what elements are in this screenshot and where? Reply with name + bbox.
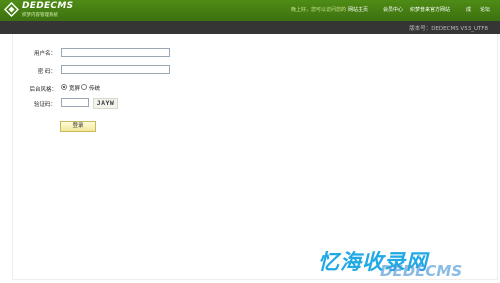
style-option-wide[interactable]: 宽屏: [69, 84, 80, 92]
nav-link-extra[interactable]: 成: [466, 7, 471, 14]
style-label: 后台风格：: [29, 87, 57, 93]
username-label: 用户名：: [33, 51, 56, 57]
password-label: 密 码：: [37, 69, 56, 75]
style-radio-classic[interactable]: [81, 84, 87, 90]
password-input[interactable]: [61, 65, 170, 74]
login-button[interactable]: 登录: [60, 121, 96, 132]
captcha-input[interactable]: [61, 98, 89, 107]
logo-subtitle: 织梦内容管理系统: [22, 13, 58, 18]
nav-link-home[interactable]: 网站主页: [348, 7, 368, 14]
style-option-classic[interactable]: 传统: [89, 84, 100, 92]
logo-mark-icon: [4, 2, 19, 17]
welcome-text: 晚上好，您可以访问您的: [290, 7, 346, 13]
watermark: 忆海收录网 DEDECMS: [318, 246, 498, 282]
logo-text: DEDECMS: [22, 1, 74, 11]
nav-link-member-center[interactable]: 会员中心: [383, 7, 403, 14]
watermark-overlay: DEDECMS: [380, 262, 463, 280]
version-bar: 版本号：DEDECMS V53_UTF8: [0, 21, 500, 34]
nav-link-forum[interactable]: 论坛: [480, 7, 490, 14]
username-input[interactable]: [61, 48, 170, 57]
captcha-label: 验证码：: [33, 102, 56, 108]
style-radio-wide[interactable]: [61, 84, 67, 90]
captcha-image[interactable]: JAYW: [93, 98, 118, 109]
nav-link-official-site[interactable]: 织梦普来官方网站: [410, 7, 450, 14]
top-header: DEDECMS 织梦内容管理系统 晚上好，您可以访问您的 网站主页 会员中心 织…: [0, 0, 500, 21]
version-text: 版本号：DEDECMS V53_UTF8: [409, 26, 488, 32]
